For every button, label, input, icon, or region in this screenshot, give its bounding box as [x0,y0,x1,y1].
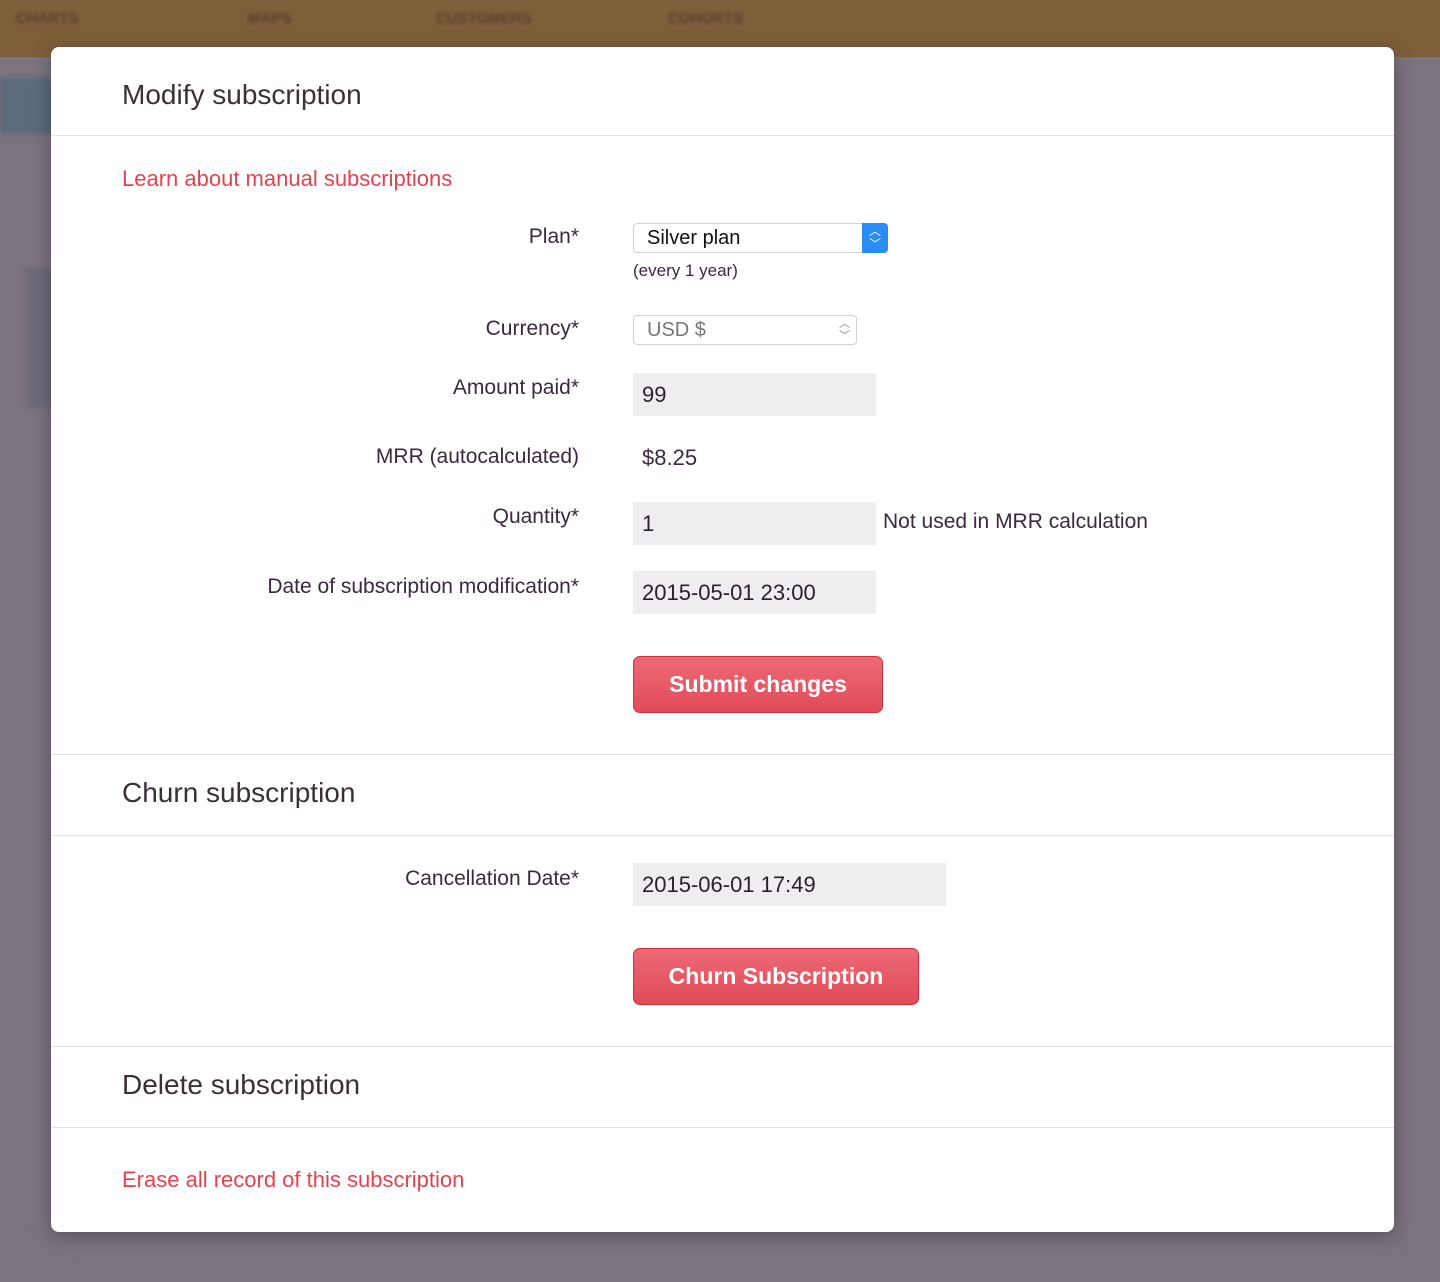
currency-value: USD $ [647,319,706,341]
plan-select[interactable]: Silver plan ︿ ﹀ [633,223,888,253]
divider [51,1046,1394,1047]
modification-date-input[interactable]: 2015-05-01 23:00 [633,571,876,614]
cancellation-date-label: Cancellation Date* [405,867,579,890]
delete-heading: Delete subscription [122,1069,361,1100]
modify-subscription-modal: Modify subscription Learn about manual s… [51,47,1394,1232]
divider [51,835,1394,836]
currency-label: Currency* [485,317,579,340]
divider [51,754,1394,755]
nav-maps[interactable]: MAPS [248,10,291,27]
submit-changes-button[interactable]: Submit changes [633,656,883,713]
cancellation-date-input[interactable]: 2015-06-01 17:49 [633,863,946,906]
plan-label: Plan* [528,225,579,248]
plan-interval: (every 1 year) [633,261,738,280]
mrr-value: $8.25 [642,445,698,470]
select-arrows-icon: ︿ ﹀ [862,223,888,253]
nav-charts[interactable]: CHARTS [16,10,79,27]
churn-heading: Churn subscription [122,777,356,808]
modify-heading: Modify subscription [122,79,362,110]
currency-select[interactable]: USD $ ︿ ﹀ [633,315,857,345]
churn-subscription-button[interactable]: Churn Subscription [633,948,919,1005]
mrr-label: MRR (autocalculated) [375,445,579,468]
divider [51,135,1394,136]
amount-label: Amount paid* [452,376,579,399]
plan-value: Silver plan [647,227,741,249]
quantity-note: Not used in MRR calculation [883,510,1148,533]
modification-date-label: Date of subscription modification* [267,575,579,598]
learn-manual-subscriptions-link[interactable]: Learn about manual subscriptions [122,166,452,192]
erase-subscription-link[interactable]: Erase all record of this subscription [122,1167,464,1193]
divider [51,1127,1394,1128]
quantity-input[interactable]: 1 [633,502,876,545]
quantity-label: Quantity* [492,505,579,528]
nav-customers[interactable]: CUSTOMERS [436,10,532,27]
nav-cohorts[interactable]: COHORTS [668,10,743,27]
select-arrows-icon: ︿ ﹀ [839,318,850,342]
amount-paid-input[interactable]: 99 [633,373,876,416]
